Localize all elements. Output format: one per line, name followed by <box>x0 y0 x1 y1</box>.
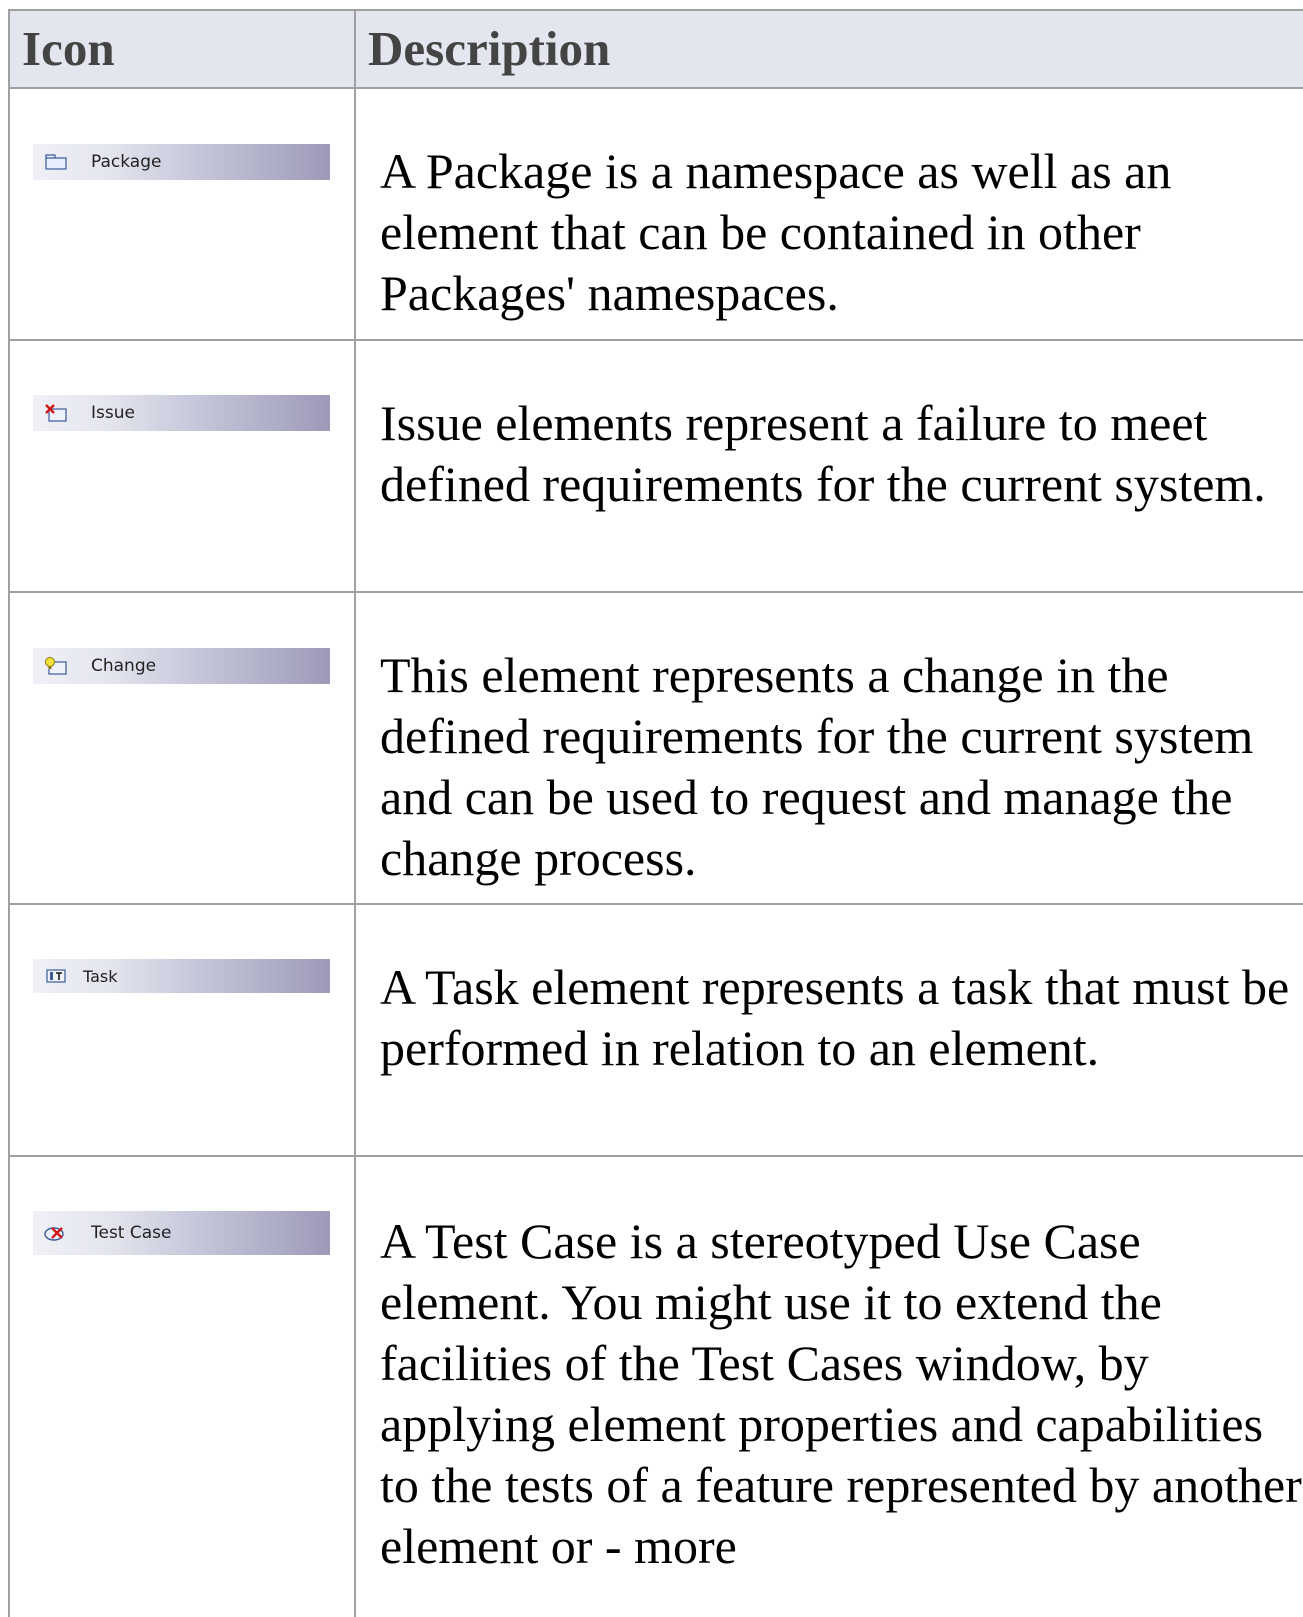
task-icon <box>43 966 69 986</box>
table-row: Test Case A Test Case is a stereotyped U… <box>10 1157 1303 1617</box>
table-row: Package A Package is a namespace as well… <box>10 89 1303 341</box>
table-header-row: Icon Description <box>10 11 1303 89</box>
description-column-header: Description <box>368 21 611 76</box>
description-text: This element represents a change in the … <box>380 647 1254 886</box>
element-bar-label: Issue <box>91 403 135 423</box>
icon-cell: Package <box>10 89 356 339</box>
table-row: Change This element represents a change … <box>10 593 1303 905</box>
table-row: Task A Task element represents a task th… <box>10 905 1303 1157</box>
element-bar-label: Package <box>91 152 162 172</box>
issue-element-bar: Issue <box>33 395 330 431</box>
description-text: A Test Case is a stereotyped Use Case el… <box>380 1213 1302 1574</box>
icon-cell: Issue <box>10 341 356 591</box>
description-cell: A Test Case is a stereotyped Use Case el… <box>356 1157 1303 1617</box>
description-text: A Package is a namespace as well as an e… <box>380 143 1172 321</box>
icon-column-header: Icon <box>10 11 356 87</box>
element-bar-label: Test Case <box>91 1223 172 1243</box>
issue-icon <box>43 403 69 423</box>
element-icon-table: Icon Description Package A Package is a … <box>8 9 1303 1617</box>
description-text: Issue elements represent a failure to me… <box>380 395 1266 512</box>
element-bar-label: Task <box>83 966 118 986</box>
change-element-bar: Change <box>33 648 330 684</box>
package-element-bar: Package <box>33 144 330 180</box>
icon-cell: Test Case <box>10 1157 356 1617</box>
change-icon <box>43 656 69 676</box>
icon-cell: Change <box>10 593 356 903</box>
icon-cell: Task <box>10 905 356 1155</box>
package-icon <box>43 152 69 172</box>
task-element-bar: Task <box>33 959 330 993</box>
element-bar-label: Change <box>91 656 157 676</box>
table-row: Issue Issue elements represent a failure… <box>10 341 1303 593</box>
description-cell: A Task element represents a task that mu… <box>356 905 1303 1155</box>
test-case-element-bar: Test Case <box>33 1211 330 1255</box>
description-cell: A Package is a namespace as well as an e… <box>356 89 1303 339</box>
description-text: A Task element represents a task that mu… <box>380 959 1290 1076</box>
description-cell: Issue elements represent a failure to me… <box>356 341 1303 591</box>
description-cell: This element represents a change in the … <box>356 593 1303 903</box>
test-case-icon <box>43 1223 69 1243</box>
